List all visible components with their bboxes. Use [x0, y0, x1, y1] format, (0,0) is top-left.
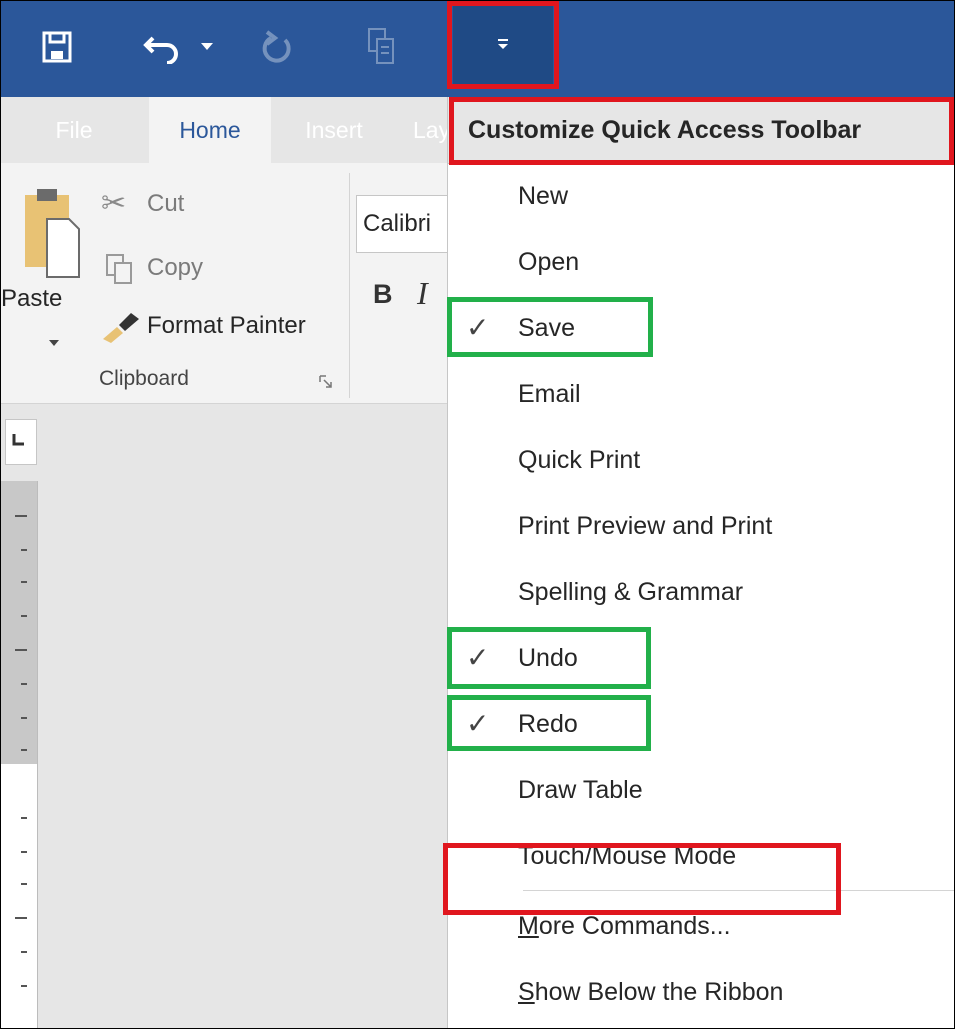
paste-button[interactable]: Paste: [1, 173, 93, 358]
ruler-tick: [21, 749, 27, 751]
tab-home[interactable]: Home: [149, 97, 271, 163]
menu-item-quick-print[interactable]: Quick Print: [448, 427, 954, 493]
menu-item-label: Redo: [518, 710, 578, 738]
italic-label: I: [417, 275, 428, 311]
menu-item-show-below-ribbon[interactable]: Show Below the Ribbon: [448, 959, 954, 1025]
paste-icon[interactable]: [361, 23, 401, 69]
menu-item-label: More Commands...: [518, 893, 731, 959]
ruler-tick: [21, 951, 27, 953]
clipboard-group-label: Clipboard: [99, 367, 189, 390]
menu-item-label: Draw Table: [518, 776, 643, 804]
word-window: File Home Insert Lay Paste ✂ Cut Copy Fo…: [0, 0, 955, 1029]
menu-item-label: New: [518, 182, 569, 210]
menu-item-email[interactable]: Email: [448, 361, 954, 427]
menu-item-print-preview[interactable]: Print Preview and Print: [448, 493, 954, 559]
menu-item-label: Open: [518, 248, 580, 276]
ruler-tick: [15, 649, 27, 651]
cut-label: Cut: [147, 190, 185, 217]
ruler-tick: [21, 683, 27, 685]
undo-icon[interactable]: [141, 27, 185, 67]
accelerator-key: M: [518, 912, 539, 940]
ruler-tick: [15, 917, 27, 919]
tab-file[interactable]: File: [29, 97, 119, 163]
italic-button[interactable]: I: [411, 273, 445, 315]
menu-item-label: Email: [518, 380, 581, 408]
scissors-icon: ✂: [101, 187, 127, 220]
checkmark-icon: ✓: [466, 642, 490, 673]
tab-selector[interactable]: [5, 419, 37, 465]
ruler-tick: [21, 615, 27, 617]
chevron-down-icon[interactable]: [49, 333, 59, 351]
menu-item-label-rest: ore Commands...: [538, 912, 731, 940]
copy-label: Copy: [147, 254, 204, 281]
ruler-margin: [1, 481, 37, 764]
menu-item-undo[interactable]: ✓ Undo: [448, 625, 954, 691]
ruler-tick: [21, 549, 27, 551]
menu-item-label: Save: [518, 314, 575, 342]
ruler-tick: [21, 817, 27, 819]
menu-item-new[interactable]: New: [448, 163, 954, 229]
format-painter-button[interactable]: Format Painter: [101, 305, 346, 347]
menu-item-more-commands[interactable]: More Commands...: [448, 893, 954, 959]
paintbrush-icon: [101, 309, 141, 348]
accelerator-key: S: [518, 978, 535, 1006]
paste-label: Paste: [1, 285, 63, 312]
menu-item-draw-table[interactable]: Draw Table: [448, 757, 954, 823]
caret-down-icon[interactable]: [197, 37, 217, 57]
bold-label: B: [373, 279, 393, 309]
bold-button[interactable]: B: [367, 275, 401, 317]
checkmark-icon: ✓: [466, 312, 490, 343]
ruler-tick: [21, 581, 27, 583]
customize-qat-icon[interactable]: [453, 3, 553, 85]
menu-header: Customize Quick Access Toolbar: [448, 97, 954, 164]
menu-item-label: Spelling & Grammar: [518, 578, 744, 606]
quick-access-toolbar: [1, 1, 954, 97]
checkmark-icon: ✓: [466, 708, 490, 739]
menu-item-label: Print Preview and Print: [518, 512, 773, 540]
menu-item-redo[interactable]: ✓ Redo: [448, 691, 954, 757]
menu-item-label: Touch/Mouse Mode: [518, 842, 737, 870]
ruler-tick: [21, 851, 27, 853]
cut-button[interactable]: ✂ Cut: [101, 183, 341, 225]
group-divider: [349, 173, 350, 398]
menu-separator: [523, 890, 954, 891]
save-icon[interactable]: [37, 27, 77, 67]
font-name-value: Calibri: [363, 210, 432, 237]
menu-item-label: Show Below the Ribbon: [518, 959, 783, 1025]
ruler-tick: [21, 883, 27, 885]
copy-icon: [105, 253, 135, 290]
ruler-tick: [15, 515, 27, 517]
tab-insert[interactable]: Insert: [286, 97, 382, 163]
menu-item-spelling-grammar[interactable]: Spelling & Grammar: [448, 559, 954, 625]
ruler-tick: [21, 717, 27, 719]
vertical-ruler: [1, 481, 38, 1028]
customize-qat-menu: Customize Quick Access Toolbar New Open …: [447, 97, 954, 1028]
menu-item-open[interactable]: Open: [448, 229, 954, 295]
redo-icon[interactable]: [256, 25, 300, 69]
dialog-launcher-icon[interactable]: [319, 375, 333, 389]
menu-item-touch-mouse-mode[interactable]: Touch/Mouse Mode: [448, 823, 954, 889]
format-painter-label: Format Painter: [147, 312, 306, 339]
menu-item-save[interactable]: ✓ Save: [448, 295, 954, 361]
menu-item-label: Quick Print: [518, 446, 641, 474]
copy-button[interactable]: Copy: [101, 247, 341, 289]
clipboard-icon: [23, 185, 81, 281]
menu-title: Customize Quick Access Toolbar: [468, 116, 862, 144]
menu-item-label: Undo: [518, 644, 578, 672]
ruler-tick: [21, 985, 27, 987]
menu-item-label-rest: how Below the Ribbon: [534, 978, 784, 1006]
